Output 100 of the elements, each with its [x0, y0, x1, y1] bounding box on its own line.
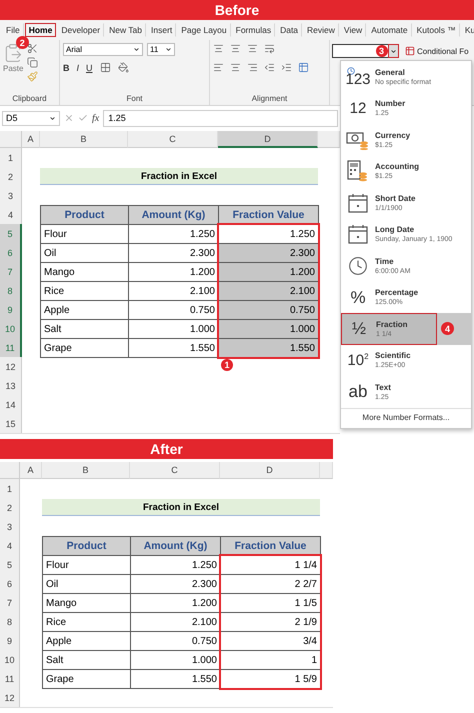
ribbon-tab[interactable]: New Tab — [105, 23, 146, 37]
font-style-button[interactable]: U — [86, 62, 93, 72]
column-header[interactable]: A — [20, 462, 42, 479]
column-header[interactable]: C — [130, 462, 220, 479]
money-icon — [346, 130, 370, 150]
ribbon-tab[interactable]: Developer — [57, 23, 104, 37]
row-header[interactable]: 8 — [0, 612, 20, 631]
formula-field[interactable]: 1.25 — [103, 110, 338, 126]
row-header[interactable]: 4 — [0, 205, 22, 224]
ribbon-tab[interactable]: Formulas — [232, 23, 276, 37]
fill-icon[interactable] — [118, 62, 129, 73]
format-glyph: 123 — [345, 72, 371, 87]
table-header-cell: Fraction Value — [220, 536, 321, 556]
dropdown-button[interactable] — [388, 44, 399, 58]
font-size-field[interactable]: 11 — [147, 43, 175, 56]
column-header[interactable]: D — [220, 462, 320, 479]
format-name: Currency — [375, 130, 410, 140]
row-header[interactable]: 2 — [0, 498, 20, 517]
align-center-icon[interactable] — [230, 62, 241, 73]
copy-icon[interactable] — [27, 57, 38, 68]
align-right-icon[interactable] — [247, 62, 258, 73]
format-name: Percentage — [375, 288, 418, 298]
indent-increase-icon[interactable] — [281, 62, 292, 73]
group-label: Font — [125, 94, 144, 103]
ribbon-tab[interactable]: Automate — [367, 23, 412, 37]
calendar-icon — [348, 224, 368, 244]
ribbon-tab[interactable]: Kutools ™ — [412, 23, 460, 37]
ribbon-tab[interactable]: Data — [276, 23, 302, 37]
table-cell: 2.100 — [218, 281, 319, 301]
column-header[interactable]: B — [42, 462, 130, 479]
table-header-cell: Amount (Kg) — [128, 205, 219, 225]
ribbon-tab[interactable]: Page Layou — [177, 23, 231, 37]
row-header[interactable]: 12 — [0, 357, 22, 376]
number-format-field[interactable] — [332, 44, 375, 58]
merge-icon[interactable] — [298, 62, 309, 73]
row-header[interactable]: 2 — [0, 167, 22, 186]
row-header[interactable]: 3 — [0, 517, 20, 536]
row-header[interactable]: 11 — [0, 338, 22, 357]
row-header[interactable]: 14 — [0, 395, 22, 414]
clock-icon — [347, 66, 355, 75]
row-header[interactable]: 1 — [0, 479, 20, 498]
font-name-field[interactable]: Arial — [63, 43, 143, 56]
format-name: Accounting — [375, 162, 419, 172]
row-header[interactable]: 5 — [0, 555, 20, 574]
step-badge: 4 — [441, 322, 454, 335]
column-header[interactable]: D — [218, 131, 318, 148]
row-header[interactable]: 6 — [0, 243, 22, 262]
cut-icon[interactable] — [27, 43, 38, 54]
table-cell: 1.550 — [218, 338, 319, 358]
table-cell: 0.750 — [218, 300, 319, 320]
row-header[interactable]: 9 — [0, 631, 20, 650]
more-formats-link[interactable]: More Number Formats... — [341, 408, 471, 428]
row-header[interactable]: 13 — [0, 376, 22, 395]
wrap-text-icon[interactable] — [264, 43, 275, 54]
align-left-icon[interactable] — [213, 62, 224, 73]
ribbon-tab[interactable]: Home — [24, 23, 56, 37]
font-style-button[interactable]: B — [63, 62, 70, 72]
ribbon-tab[interactable]: View — [340, 23, 366, 37]
format-name: Time — [375, 256, 395, 266]
row-header[interactable]: 9 — [0, 300, 22, 319]
name-box[interactable]: D5 — [2, 110, 60, 126]
format-glyph: 10$^{2}$ — [347, 352, 369, 368]
calendar-icon — [348, 192, 368, 213]
row-header[interactable]: 3 — [0, 186, 22, 205]
format-name: Text — [375, 382, 391, 392]
font-style-button[interactable]: I — [76, 62, 80, 72]
conditional-formatting-button[interactable]: Conditional Fo — [417, 46, 469, 56]
row-header[interactable]: 7 — [0, 262, 22, 281]
row-header[interactable]: 4 — [0, 536, 20, 555]
row-header[interactable]: 6 — [0, 574, 20, 593]
step-badge: 1 — [221, 359, 233, 371]
format-glyph: % — [350, 288, 366, 306]
table-header-cell: Product — [42, 536, 131, 556]
row-header[interactable]: 5 — [0, 224, 22, 243]
table-header-cell: Amount (Kg) — [130, 536, 221, 556]
paste-button[interactable]: Paste — [3, 64, 24, 73]
row-header[interactable]: 7 — [0, 593, 20, 612]
row-header[interactable]: 10 — [0, 319, 22, 338]
row-header[interactable]: 11 — [0, 669, 20, 688]
caret-icon — [390, 48, 397, 54]
row-header[interactable]: 15 — [0, 414, 22, 433]
row-header[interactable]: 1 — [0, 148, 22, 167]
row-header[interactable]: 8 — [0, 281, 22, 300]
before-banner: Before — [0, 0, 474, 20]
ribbon-tab[interactable]: Review — [303, 23, 339, 37]
column-header[interactable]: B — [40, 131, 128, 148]
format-name: General — [375, 68, 406, 77]
borders-icon[interactable] — [100, 62, 111, 73]
caret-icon — [133, 46, 140, 53]
format-name: Short Date — [375, 194, 416, 203]
column-header[interactable]: A — [22, 131, 40, 148]
indent-decrease-icon[interactable] — [264, 62, 275, 73]
column-header[interactable]: C — [128, 131, 218, 148]
row-header[interactable]: 10 — [0, 650, 20, 669]
insert-function-button[interactable]: fx — [92, 112, 100, 124]
conditional-formatting-icon[interactable] — [405, 46, 415, 56]
row-header[interactable]: 12 — [0, 688, 20, 707]
ribbon-tab[interactable]: Insert — [147, 23, 176, 37]
table-cell: 1.200 — [218, 262, 319, 282]
after-banner: After — [0, 439, 333, 459]
